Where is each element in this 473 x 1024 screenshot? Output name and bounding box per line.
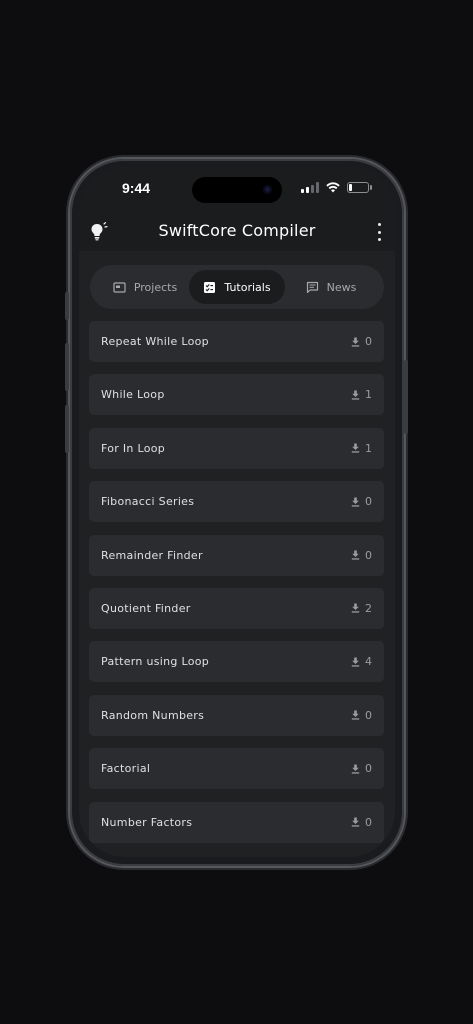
download-count: 4 [351,655,372,668]
download-icon [351,603,360,614]
action-button [65,292,69,320]
window-icon [113,281,126,293]
cellular-signal-icon [301,182,319,193]
download-count-value: 2 [365,601,372,615]
app-title: SwiftCore Compiler [158,221,316,240]
battery-icon [347,182,372,193]
list-item[interactable]: Fibonacci Series 0 [89,481,384,523]
tab-label: Tutorials [224,280,271,294]
tutorial-title: Random Numbers [101,708,205,722]
download-icon [351,497,360,507]
tutorial-title: Repeat While Loop [101,335,209,348]
download-icon [351,390,360,400]
dynamic-island [192,177,282,203]
download-icon [351,443,360,453]
tutorial-title: Factorial [101,762,151,776]
volume-down-button [65,405,69,453]
chat-bubble-icon [306,281,318,293]
download-count: 0 [351,549,372,562]
download-count-value: 0 [365,548,372,562]
download-count-value: 1 [365,388,372,402]
download-count: 1 [351,442,372,455]
download-count: 0 [351,709,372,722]
segmented-tabs: Projects Tutorials News [90,265,384,309]
power-button [404,360,408,434]
tutorial-title: Quotient Finder [101,601,191,615]
tutorial-title: Fibonacci Series [101,495,195,509]
download-count: 0 [351,762,372,775]
tutorial-title: For In Loop [101,441,166,455]
list-item[interactable]: While Loop 1 [89,374,384,416]
download-icon [351,710,360,720]
download-icon [351,657,360,667]
download-icon [351,764,360,774]
download-count-value: 0 [365,335,372,348]
tab-label: Projects [133,280,178,294]
list-item[interactable]: For In Loop 1 [89,427,384,469]
list-item[interactable]: Repeat While Loop 0 [89,321,384,362]
tutorial-title: Pattern using Loop [101,655,210,669]
download-count-value: 0 [365,815,372,829]
download-icon [351,550,360,560]
list-item[interactable]: Random Numbers 0 [89,694,384,736]
download-icon [351,817,360,827]
checklist-icon [204,281,216,293]
list-item[interactable]: Remainder Finder 0 [89,534,384,576]
download-count: 0 [351,495,372,508]
download-icon [351,337,360,347]
download-count: 2 [351,602,372,615]
download-count-value: 0 [365,762,372,776]
tab-label: News [326,280,357,294]
tutorial-title: While Loop [101,388,165,402]
status-icons [301,182,372,193]
list-item[interactable]: Number Factors 0 [89,801,384,843]
download-count-value: 0 [365,495,372,509]
wifi-icon [326,182,340,193]
main-content: Projects Tutorials News Repeat While Loo… [79,251,395,857]
list-item[interactable]: Quotient Finder 2 [89,587,384,629]
tutorial-list: Repeat While Loop 0 While Loop 1 For In … [89,321,384,855]
download-count: 0 [351,816,372,829]
status-bar: 9:44 [79,167,395,211]
tab-projects[interactable]: Projects [98,270,192,304]
download-count-value: 1 [365,441,372,455]
camera-icon [263,185,272,194]
list-item[interactable]: Pattern using Loop 4 [89,641,384,683]
download-count: 1 [351,388,372,401]
list-item[interactable]: Factorial 0 [89,748,384,790]
tutorial-title: Number Factors [101,815,193,829]
download-count-value: 4 [365,655,372,669]
more-options-icon[interactable] [375,223,383,241]
download-count-value: 0 [365,708,372,722]
tab-news[interactable]: News [286,270,376,304]
status-time: 9:44 [122,180,151,196]
download-count: 0 [351,335,372,348]
tutorial-title: Remainder Finder [101,548,203,562]
volume-up-button [65,343,69,391]
screen: 9:44 SwiftCore Compiler Projects Tutoria… [79,167,395,857]
tab-tutorials[interactable]: Tutorials [189,270,285,304]
